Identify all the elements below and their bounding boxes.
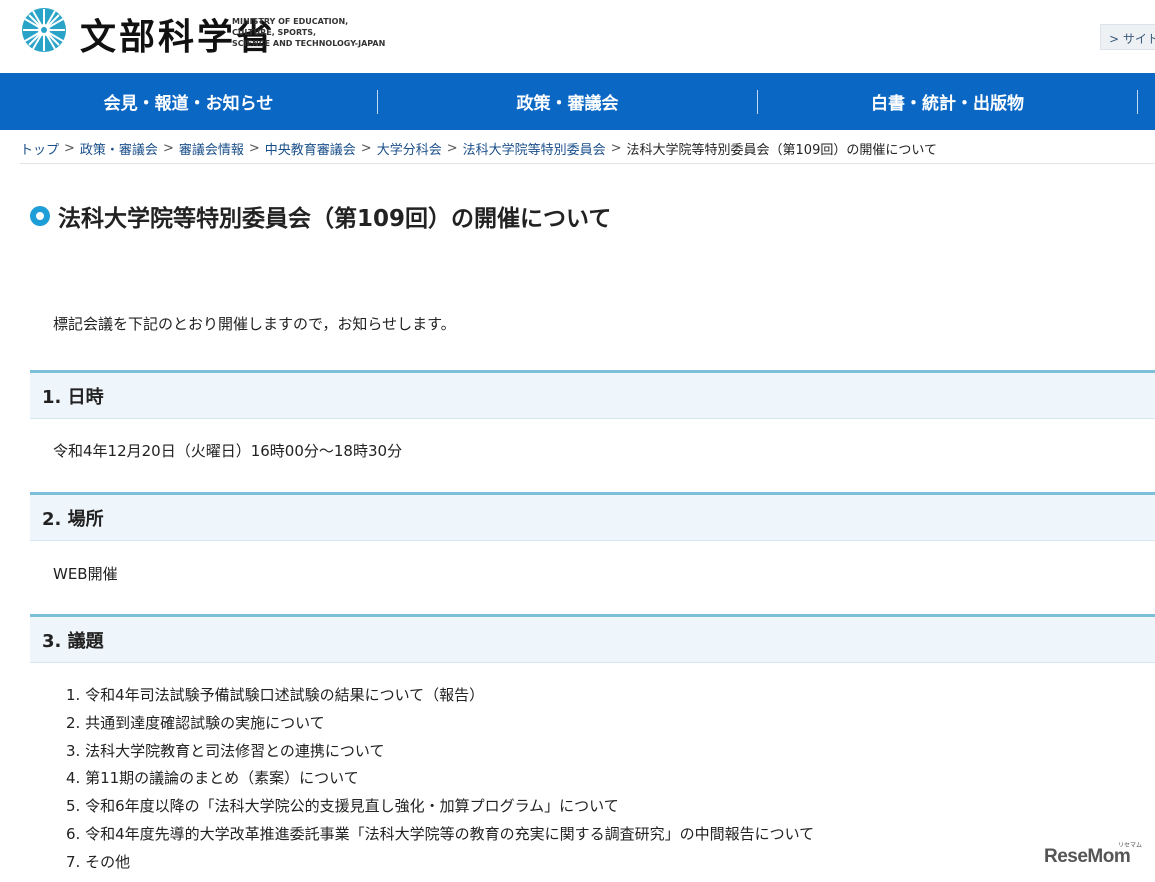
- logo-en-line-3: SCIENCE AND TECHNOLOGY-JAPAN: [232, 39, 386, 48]
- global-nav: 会見・報道・お知らせ 政策・審議会 白書・統計・出版物: [0, 73, 1155, 130]
- page-title: 法科大学院等特別委員会（第109回）の開催について: [30, 199, 611, 233]
- breadcrumb-separator: >: [446, 141, 458, 156]
- title-bullet-icon: [30, 206, 50, 226]
- resemom-watermark: ReseMom: [1044, 846, 1131, 867]
- mext-logo-icon[interactable]: [20, 6, 68, 54]
- breadcrumb: トップ > 政策・審議会 > 審議会情報 > 中央教育審議会 > 大学分科会 >…: [20, 138, 1155, 164]
- breadcrumb-link-central-council[interactable]: 中央教育審議会: [265, 139, 356, 158]
- logo-en-line-1: MINISTRY OF EDUCATION,: [232, 17, 349, 26]
- logo-en-line-2: CULTURE, SPORTS,: [232, 28, 317, 37]
- agenda-item: 5. 令和6年度以降の「法科大学院公的支援見直し強化・加算プログラム」について: [66, 797, 619, 816]
- section-heading-agenda: 3. 議題: [30, 614, 1155, 663]
- breadcrumb-link-top[interactable]: トップ: [20, 139, 59, 158]
- breadcrumb-separator: >: [248, 141, 260, 156]
- nav-item-publications[interactable]: 白書・統計・出版物: [758, 73, 1137, 130]
- site-header: 文部科学省 MINISTRY OF EDUCATION, CULTURE, SP…: [0, 0, 1155, 73]
- breadcrumb-separator: >: [360, 141, 372, 156]
- agenda-item: 1. 令和4年司法試験予備試験口述試験の結果について（報告）: [66, 686, 485, 704]
- section-heading-datetime: 1. 日時: [30, 370, 1155, 419]
- breadcrumb-link-university-subcommittee[interactable]: 大学分科会: [377, 139, 442, 158]
- agenda-item: 4. 第11期の議論のまとめ（素案）について: [66, 769, 359, 788]
- agenda-item: 2. 共通到達度確認試験の実施について: [66, 713, 325, 732]
- page-title-text: 法科大学院等特別委員会（第109回）の開催について: [58, 206, 612, 232]
- breadcrumb-link-policy[interactable]: 政策・審議会: [80, 139, 158, 158]
- sitemap-link[interactable]: > サイト: [1100, 24, 1155, 50]
- nav-item-press[interactable]: 会見・報道・お知らせ: [0, 73, 377, 130]
- section-heading-place: 2. 場所: [30, 492, 1155, 541]
- logo-text-en: MINISTRY OF EDUCATION, CULTURE, SPORTS, …: [232, 16, 385, 49]
- breadcrumb-separator: >: [162, 141, 174, 156]
- agenda-item: 6. 令和4年度先導的大学改革推進委託事業「法科大学院等の教育の充実に関する調査…: [66, 824, 815, 843]
- agenda-list: 1. 令和4年司法試験予備試験口述試験の結果について（報告） 2. 共通到達度確…: [66, 682, 814, 877]
- breadcrumb-separator: >: [64, 141, 75, 156]
- breadcrumb-link-law-school-committee[interactable]: 法科大学院等特別委員会: [463, 139, 606, 158]
- nav-item-policy[interactable]: 政策・審議会: [378, 73, 757, 130]
- breadcrumb-separator: >: [610, 141, 622, 156]
- nav-divider: [1137, 90, 1138, 114]
- breadcrumb-link-council-info[interactable]: 審議会情報: [179, 139, 244, 158]
- intro-text: 標記会議を下記のとおり開催しますので，お知らせします。: [53, 315, 456, 333]
- breadcrumb-current: 法科大学院等特別委員会（第109回）の開催について: [626, 143, 937, 158]
- agenda-item: 7. その他: [66, 852, 131, 871]
- section-body-place: WEB開催: [53, 565, 118, 583]
- agenda-item: 3. 法科大学院教育と司法修習との連携について: [66, 741, 385, 760]
- section-body-datetime: 令和4年12月20日（火曜日）16時00分～18時30分: [53, 442, 403, 460]
